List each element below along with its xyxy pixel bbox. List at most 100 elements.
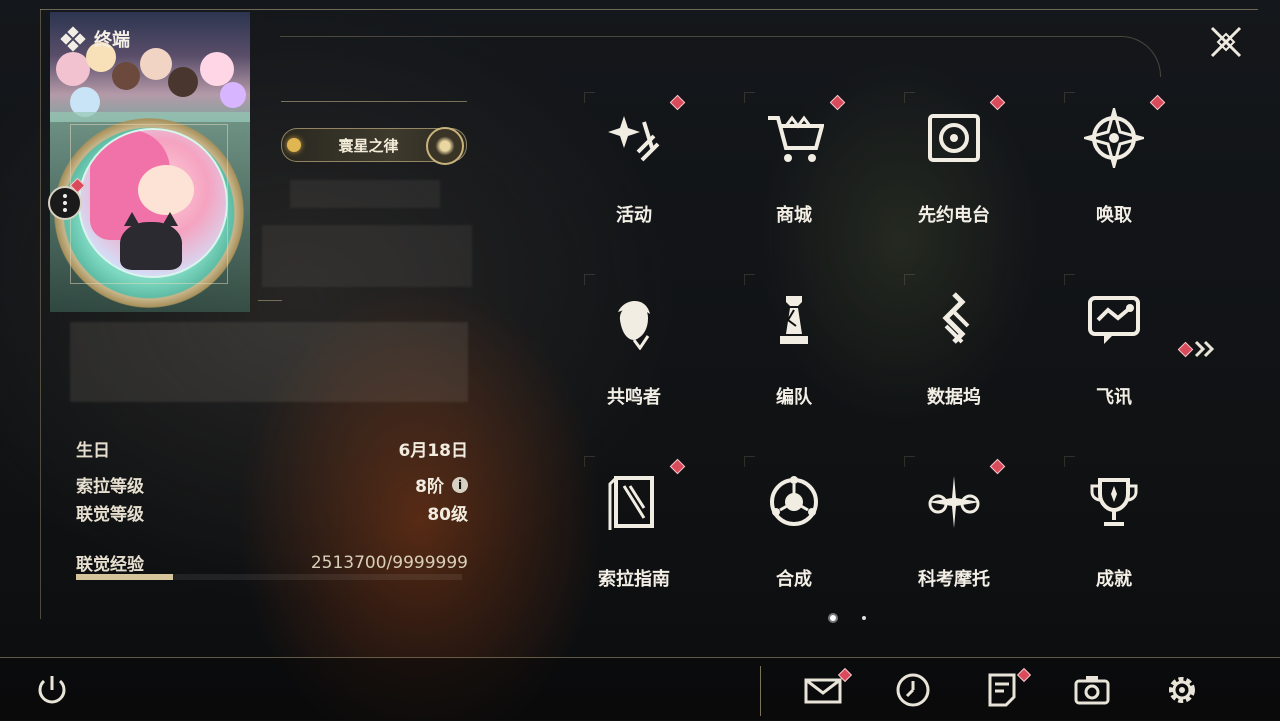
info-icon[interactable]: i [452, 476, 468, 493]
menu-item-1[interactable]: 活动 [554, 86, 714, 268]
stat-sola-level: 索拉等级 8阶 i [76, 472, 468, 497]
tile-corner [1064, 456, 1075, 467]
menu-item-label: 商城 [776, 205, 812, 226]
tile-corner [584, 92, 595, 103]
settings-button[interactable] [1162, 670, 1202, 710]
notification-badge [1177, 341, 1194, 357]
clock-icon [896, 673, 930, 707]
menu-item-2[interactable]: 商城 [714, 86, 874, 268]
page-title: 终端 [94, 30, 130, 51]
notification-badge [989, 94, 1006, 111]
orb-icon [426, 127, 464, 165]
blurred-name [290, 180, 440, 208]
blurred-signature [70, 322, 468, 402]
settings-gear-icon [1169, 677, 1195, 703]
profile-divider [258, 300, 282, 301]
frame-top-line [40, 9, 1258, 10]
frame-curve [280, 36, 1161, 77]
menu-item-4[interactable]: 唤取 [1034, 86, 1194, 268]
tile-corner [744, 92, 755, 103]
power-button[interactable] [32, 670, 72, 710]
tile-corner [584, 274, 595, 285]
menu-item-12[interactable]: 成就 [1034, 450, 1194, 632]
menu-item-label: 科考摩托 [918, 569, 990, 590]
camera-icon [1074, 676, 1110, 705]
shopping-cart-icon [764, 108, 825, 168]
next-page-button[interactable] [1177, 340, 1216, 358]
menu-item-9[interactable]: 索拉指南 [554, 450, 714, 632]
menu-item-5[interactable]: 共鸣者 [554, 268, 714, 450]
terminal-header: 终端 [60, 26, 130, 52]
stat-birthday: 生日 6月18日 [76, 441, 468, 461]
menu-item-label: 成就 [1096, 569, 1132, 590]
tile-corner [744, 456, 755, 467]
sola-level-value: 8阶 [415, 477, 444, 497]
menu-item-11[interactable]: 科考摩托 [874, 450, 1034, 632]
tile-corner [1064, 274, 1075, 285]
menu-item-8[interactable]: 飞讯 [1034, 268, 1194, 450]
title-badge-label: 寰星之律 [338, 136, 399, 155]
notification-badge [669, 458, 686, 475]
sun-icon [287, 138, 301, 152]
data-dock-icon [924, 290, 984, 350]
guidebook-icon [604, 472, 664, 532]
name-divider [281, 101, 467, 102]
notes-icon [988, 673, 1016, 707]
notification-badge [1149, 94, 1166, 111]
notification-badge [989, 458, 1006, 475]
synthesis-icon [764, 472, 824, 532]
tile-corner [904, 456, 915, 467]
character-head-icon [604, 290, 664, 351]
sparkle-icon [604, 108, 664, 168]
menu-item-10[interactable]: 合成 [714, 450, 874, 632]
menu-item-label: 合成 [776, 569, 812, 590]
radio-icon [924, 108, 984, 168]
title-badge[interactable]: 寰星之律 [281, 127, 467, 165]
tile-corner [744, 274, 755, 285]
menu-item-label: 唤取 [1096, 205, 1132, 226]
double-chevron-right-icon [1194, 340, 1215, 358]
avatar-frame [70, 124, 228, 284]
tile-corner [904, 92, 915, 103]
power-icon [38, 676, 66, 704]
page-indicator [828, 613, 866, 623]
stat-union-level: 联觉等级 80级 [76, 505, 468, 525]
stat-union-exp: 联觉经验 2513700/9999999 [76, 552, 468, 576]
notes-button[interactable] [982, 670, 1022, 710]
terminal-diamond-icon [60, 26, 86, 52]
mail-icon [804, 678, 842, 704]
tile-corner [1064, 92, 1075, 103]
tile-corner [904, 274, 915, 285]
motorcycle-icon [924, 472, 984, 532]
bottom-separator [760, 666, 761, 716]
menu-item-label: 共鸣者 [607, 387, 661, 408]
blurred-uid [262, 225, 472, 287]
menu-item-label: 活动 [616, 205, 652, 226]
close-icon [1210, 26, 1242, 58]
exp-progress-fill [76, 574, 174, 580]
menu-item-6[interactable]: 编队 [714, 268, 874, 450]
page-dot-active[interactable] [828, 613, 838, 623]
frame-left-line [40, 9, 41, 619]
menu-item-7[interactable]: 数据坞 [874, 268, 1034, 450]
chat-bubble-icon [1084, 290, 1144, 350]
trophy-icon [1084, 472, 1144, 532]
menu-item-label: 先约电台 [918, 205, 990, 226]
menu-item-label: 索拉指南 [598, 569, 670, 590]
menu-item-label: 编队 [776, 387, 812, 408]
clock-button[interactable] [893, 670, 933, 710]
close-button[interactable] [1204, 20, 1248, 64]
camera-button[interactable] [1072, 670, 1112, 710]
menu-grid: 活动 商城 先约电台 唤取共鸣者 编队 数据坞 飞讯索拉指南 合成 科考摩托 成就 [554, 86, 1194, 606]
tile-corner [584, 456, 595, 467]
compass-star-icon [1080, 104, 1148, 172]
mail-button[interactable] [803, 670, 843, 710]
menu-item-label: 数据坞 [927, 387, 981, 408]
chess-piece-icon [764, 290, 824, 350]
notification-badge [669, 94, 686, 111]
exp-progress-bar [76, 574, 462, 580]
notification-badge [829, 94, 846, 111]
menu-item-3[interactable]: 先约电台 [874, 86, 1034, 268]
menu-item-label: 飞讯 [1096, 387, 1132, 408]
page-dot[interactable] [862, 616, 866, 620]
